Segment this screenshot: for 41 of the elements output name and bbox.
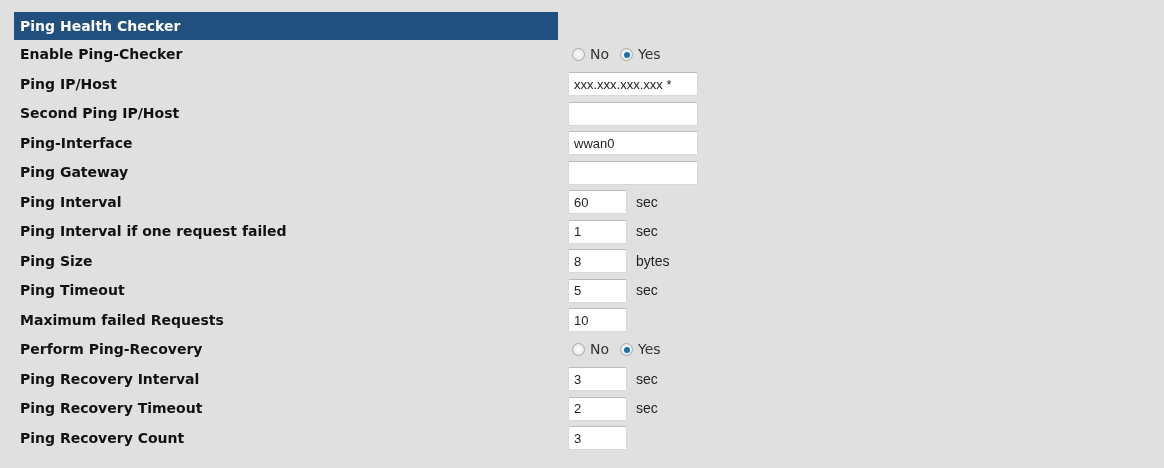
input-field[interactable] [568,101,698,126]
unit-label: sec [636,399,658,419]
input-field[interactable] [568,160,698,185]
unit-label: sec [636,222,658,242]
field-label: Ping Gateway [19,163,130,183]
field-label: Ping Recovery Count [19,428,186,448]
section-header: Ping Health Checker [14,12,558,40]
radio-label: No [590,45,610,65]
input-field[interactable]: 5 [568,278,627,303]
field-label: Ping Size [19,251,94,271]
radio-label: No [590,340,610,360]
field-label: Ping Recovery Timeout [19,399,204,419]
input-field[interactable]: 8 [568,249,627,274]
input-field[interactable]: 2 [568,396,627,421]
radio-button[interactable] [572,343,585,357]
field-label: Maximum failed Requests [19,310,225,330]
radio-button[interactable] [620,48,634,62]
input-field[interactable]: 1 [568,219,627,244]
input-field[interactable]: xxx.xxx.xxx.xxx * [568,72,698,97]
input-field[interactable]: 3 [568,426,627,451]
radio-label: Yes [638,340,661,360]
field-label: Ping-Interface [19,133,134,153]
radio-label: Yes [638,45,661,65]
radio-button[interactable] [572,48,585,62]
radio-button[interactable] [620,343,634,357]
field-label: Ping Interval [19,192,123,212]
field-label: Ping IP/Host [19,74,118,94]
input-field[interactable]: 10 [568,308,627,333]
input-field[interactable]: 60 [568,190,627,215]
field-label: Ping Recovery Interval [19,369,201,389]
field-label: Ping Timeout [19,281,126,301]
field-label: Enable Ping-Checker [19,45,184,65]
unit-label: bytes [636,251,670,271]
field-label: Second Ping IP/Host [19,104,181,124]
input-field[interactable]: 3 [568,367,627,392]
field-label: Ping Interval if one request failed [19,222,288,242]
unit-label: sec [636,281,658,301]
field-label: Perform Ping-Recovery [19,340,204,360]
unit-label: sec [636,369,658,389]
input-field[interactable]: wwan0 [568,131,698,156]
unit-label: sec [636,192,658,212]
